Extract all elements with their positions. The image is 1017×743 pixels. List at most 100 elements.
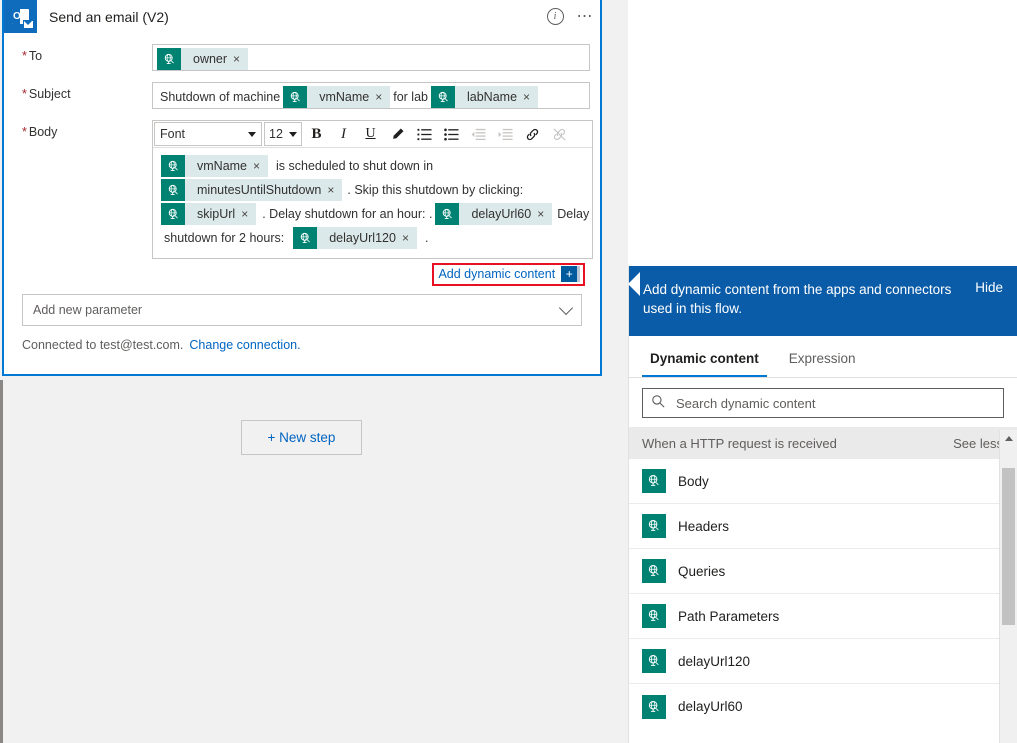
token-remove-icon[interactable]: × [251,154,268,178]
token-labname[interactable]: labName × [431,86,539,108]
dynamic-content-panel: Add dynamic content from the apps and co… [628,266,1017,743]
http-request-icon [642,514,666,538]
token-remove-icon[interactable]: × [231,52,248,66]
panel-header-text: Add dynamic content from the apps and co… [643,282,952,316]
token-vmname[interactable]: vmName × [283,86,391,108]
panel-hide-button[interactable]: Hide [975,280,1003,295]
body-text-4: Delay [557,207,590,221]
action-card-title: Send an email (V2) [49,8,169,25]
subject-required-mark: * [22,87,27,101]
body-line-1: vmName × is scheduled to shut down in [153,154,592,178]
scroll-up-icon[interactable] [1000,430,1017,447]
list-item-label: Headers [678,518,730,534]
font-family-value: Font [160,127,186,141]
font-size-select[interactable]: 12 [264,122,302,146]
decrease-indent-icon[interactable] [465,122,492,146]
http-request-icon [642,694,666,719]
token-minutesuntilshutdown[interactable]: minutesUntilShutdown × [161,178,343,202]
font-family-select[interactable]: Font [154,122,262,146]
http-request-icon [283,86,308,108]
token-delayurl120[interactable]: delayUrl120 × [293,227,417,249]
body-editor-content[interactable]: vmName × is scheduled to shut down in mi… [153,148,592,258]
body-text-1: is scheduled to shut down in [276,159,434,173]
field-row-body: * Body Font 12 B I U vmName × is schedul… [4,120,600,286]
token-skipurl[interactable]: skipUrl × [161,202,257,226]
body-text-3: . Delay shutdown for an hour: . [262,207,433,221]
add-new-parameter-label: Add new parameter [33,303,143,317]
http-request-icon [642,469,666,493]
tab-dynamic-content[interactable]: Dynamic content [642,351,767,377]
list-item-label: delayUrl120 [678,653,751,669]
search-input[interactable]: Search dynamic content [642,388,1004,418]
change-connection-link[interactable]: Change connection. [189,338,300,352]
token-label: vmName [319,90,370,104]
add-dynamic-content-plus-bar [577,266,581,282]
new-step-button[interactable]: + New step [241,420,362,455]
token-label: labName [467,90,518,104]
token-delayurl60[interactable]: delayUrl60 × [435,202,553,226]
panel-scrollbar[interactable] [999,430,1017,743]
http-request-icon [435,203,460,225]
add-dynamic-content-link[interactable]: Add dynamic content [438,267,555,281]
body-label-text: Body [28,125,58,139]
search-icon [651,394,666,412]
unlink-icon[interactable] [546,122,573,146]
pen-icon[interactable] [384,122,411,146]
token-label: delayUrl120 [329,231,396,245]
scrollbar-thumb[interactable] [1002,468,1015,625]
field-row-subject: * Subject Shutdown of machine vmName × fo… [4,82,600,109]
token-label: skipUrl [197,207,236,221]
token-owner[interactable]: owner × [157,48,249,70]
italic-button[interactable]: I [330,122,357,146]
action-card-send-an-email: Send an email (V2) i ⋯ *To owner [2,0,602,376]
token-label: vmName [197,159,248,173]
dynamic-content-group-header[interactable]: When a HTTP request is received See less [629,427,1017,459]
list-item[interactable]: Path Parameters [629,594,1017,639]
subject-text-1: Shutdown of machine [160,90,281,104]
subject-text-2: for lab [393,90,428,104]
token-remove-icon[interactable]: × [325,178,342,202]
add-new-parameter-dropdown[interactable]: Add new parameter [22,294,582,326]
to-input[interactable]: owner × [152,44,590,71]
http-request-icon [642,559,666,583]
to-required-mark: * [22,49,27,63]
link-icon[interactable] [519,122,546,146]
token-remove-icon[interactable]: × [521,90,538,104]
token-label: minutesUntilShutdown [197,183,322,197]
add-dynamic-content-row: Add dynamic content + [152,259,593,286]
token-remove-icon[interactable]: × [535,202,552,226]
tab-expression[interactable]: Expression [781,351,864,377]
to-label: * To [14,44,152,63]
bold-button[interactable]: B [303,122,330,146]
body-text-5: shutdown for 2 hours: [164,231,285,245]
bulleted-list-icon[interactable] [438,122,465,146]
add-dynamic-content-highlight: Add dynamic content + [432,263,586,286]
see-less-toggle[interactable]: See less [953,436,1003,451]
http-request-icon [161,203,185,225]
chevron-down-icon [558,300,574,316]
token-remove-icon[interactable]: × [239,202,256,226]
token-remove-icon[interactable]: × [400,226,417,250]
add-dynamic-content-plus-button[interactable]: + [561,266,578,282]
body-rich-text-editor[interactable]: Font 12 B I U vmName × is scheduled to s… [152,120,594,259]
http-request-icon [642,604,666,628]
action-card-header: Send an email (V2) i ⋯ [4,0,600,34]
group-title: When a HTTP request is received [642,435,837,451]
underline-button[interactable]: U [357,122,384,146]
numbered-list-icon[interactable] [411,122,438,146]
increase-indent-icon[interactable] [492,122,519,146]
list-item[interactable]: Headers [629,504,1017,549]
list-item[interactable]: Queries [629,549,1017,594]
http-request-icon [157,48,181,70]
subject-input[interactable]: Shutdown of machine vmName × for lab lab… [152,82,590,109]
token-vmname[interactable]: vmName × [161,154,269,178]
ellipsis-icon[interactable]: ⋯ [570,0,600,33]
info-icon[interactable]: i [540,0,570,33]
list-item[interactable]: delayUrl60 [629,684,1017,729]
token-label: delayUrl60 [471,207,532,221]
list-item[interactable]: delayUrl120 [629,639,1017,684]
token-remove-icon[interactable]: × [373,90,390,104]
list-item[interactable]: Body [629,459,1017,504]
panel-header: Add dynamic content from the apps and co… [629,266,1017,336]
body-label: * Body [14,120,152,139]
